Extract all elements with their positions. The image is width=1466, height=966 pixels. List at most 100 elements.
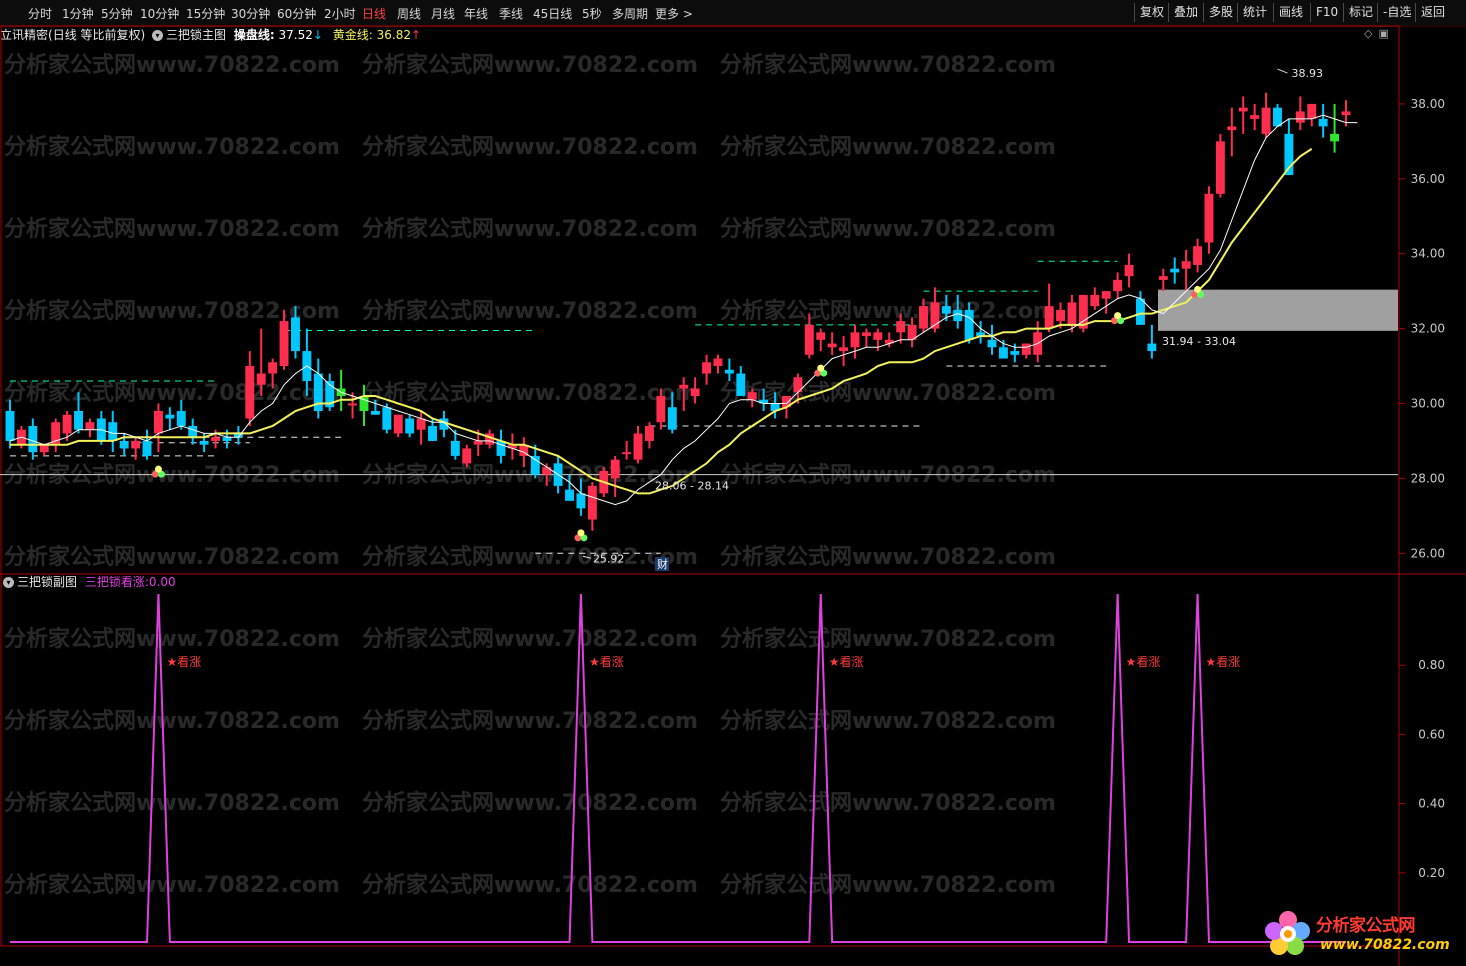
- signal-label: ★看涨: [1126, 654, 1161, 669]
- candle-body: [245, 366, 255, 419]
- candle-body: [211, 437, 220, 441]
- watermark-text: 分析家公式网www.70822.com: [720, 708, 1056, 734]
- candle-body: [747, 392, 757, 400]
- candle-body: [587, 485, 597, 520]
- candle-body: [1067, 302, 1077, 325]
- zone-range-label: 31.94 - 33.04: [1162, 335, 1236, 348]
- watermark-text: 分析家公式网www.70822.com: [4, 626, 340, 652]
- candle-body: [816, 332, 826, 340]
- candle-body: [576, 493, 586, 509]
- candle-body: [565, 489, 574, 501]
- chart-canvas[interactable]: 分析家公式网www.70822.com 分析家公式网www.70822.com 分析…: [0, 0, 1466, 966]
- buy-signal-icon: [814, 364, 828, 377]
- flower-logo-icon: [1265, 911, 1310, 955]
- high-price-label: 38.93: [1291, 67, 1323, 80]
- candle-body: [622, 452, 632, 455]
- y-tick-label: 38.00: [1411, 97, 1445, 111]
- candle-body: [268, 362, 278, 374]
- candle-body: [405, 418, 415, 434]
- low-price-label: 25.92: [593, 552, 625, 565]
- candle-body: [987, 339, 997, 348]
- candle-body: [393, 414, 403, 434]
- candle-body: [1204, 193, 1214, 243]
- candle-body: [176, 410, 186, 426]
- buy-dot: [817, 364, 825, 372]
- candle-body: [1261, 107, 1271, 134]
- candle-body: [1056, 309, 1065, 322]
- high-pointer: [1277, 68, 1288, 74]
- candle-body: [1238, 107, 1248, 112]
- sub-y-tick-label: 0.80: [1418, 658, 1445, 672]
- candle-body: [1090, 294, 1100, 307]
- watermark-text: 分析家公式网www.70822.com: [4, 790, 340, 816]
- candle-body: [165, 414, 175, 419]
- candle-body: [839, 347, 849, 352]
- watermark-text: 分析家公式网www.70822.com: [362, 790, 698, 816]
- candle-body: [1147, 343, 1157, 352]
- candle-body: [39, 444, 49, 453]
- watermark-text: 分析家公式网www.70822.com: [362, 52, 698, 78]
- candle-body: [188, 425, 198, 438]
- site-logo: 分析家公式网 www.70822.com: [1262, 907, 1462, 963]
- buy-dot: [1114, 312, 1122, 320]
- candle-body: [1158, 276, 1168, 280]
- logo-url: www.70822.com: [1320, 937, 1450, 953]
- candle-body: [702, 362, 712, 374]
- candle-body: [873, 332, 883, 340]
- candle-body: [131, 440, 141, 449]
- candle-body: [1021, 343, 1031, 355]
- signal-label: ★看涨: [829, 654, 864, 669]
- watermark-text: 分析家公式网www.70822.com: [4, 380, 340, 406]
- candle-body: [291, 317, 300, 352]
- watermark-text: 分析家公式网www.70822.com: [4, 134, 340, 160]
- signal-label: ★看涨: [166, 654, 201, 669]
- buy-dot: [577, 529, 585, 537]
- watermark-text: 分析家公式网www.70822.com: [720, 134, 1056, 160]
- y-tick-label: 26.00: [1411, 546, 1445, 560]
- candle-body: [804, 324, 814, 355]
- ref-range-label: 28.06 - 28.14: [655, 480, 729, 493]
- watermark-text: 分析家公式网www.70822.com: [4, 872, 340, 898]
- candle-body: [473, 440, 483, 445]
- candle-body: [850, 332, 860, 348]
- candle-body: [998, 347, 1008, 359]
- candle-body: [530, 455, 540, 475]
- candle-body: [416, 418, 426, 430]
- sub-y-tick-label: 0.60: [1418, 727, 1445, 741]
- candle-body: [1124, 264, 1134, 277]
- candle-body: [941, 306, 951, 314]
- watermark-text: 分析家公式网www.70822.com: [4, 52, 340, 78]
- watermark-text: 分析家公式网www.70822.com: [362, 134, 698, 160]
- watermark-text: 分析家公式网www.70822.com: [720, 626, 1056, 652]
- candle-body: [382, 407, 392, 430]
- y-tick-label: 32.00: [1411, 322, 1445, 336]
- y-tick-label: 30.00: [1411, 396, 1445, 410]
- sub-y-tick-label: 0.20: [1418, 866, 1445, 880]
- candle-body: [199, 440, 209, 445]
- watermark-text: 分析家公式网www.70822.com: [4, 708, 340, 734]
- candle-body: [1318, 118, 1328, 127]
- watermark-text: 分析家公式网www.70822.com: [362, 298, 698, 324]
- candle-body: [428, 425, 437, 441]
- candle-body: [610, 459, 620, 479]
- candle-body: [1295, 111, 1305, 123]
- candle-body: [119, 440, 129, 449]
- watermark-text: 分析家公式网www.70822.com: [4, 216, 340, 242]
- watermark-text: 分析家公式网www.70822.com: [362, 544, 698, 570]
- candle-body: [222, 437, 232, 441]
- y-tick-label: 28.00: [1411, 471, 1445, 485]
- candle-body: [450, 440, 460, 456]
- watermark-text: 分析家公式网www.70822.com: [720, 216, 1056, 242]
- candle-body: [644, 425, 654, 441]
- candle-body: [348, 403, 358, 406]
- candle-body: [1227, 126, 1237, 131]
- candle-body: [656, 396, 666, 423]
- watermark-text: 分析家公式网www.70822.com: [362, 872, 698, 898]
- candle-body: [1113, 279, 1123, 292]
- candle-body: [1170, 268, 1180, 273]
- candle-body: [713, 358, 723, 367]
- watermark-text: 分析家公式网www.70822.com: [720, 298, 1056, 324]
- candle-body: [142, 440, 152, 456]
- watermark-text: 分析家公式网www.70822.com: [720, 872, 1056, 898]
- watermark-text: 分析家公式网www.70822.com: [362, 216, 698, 242]
